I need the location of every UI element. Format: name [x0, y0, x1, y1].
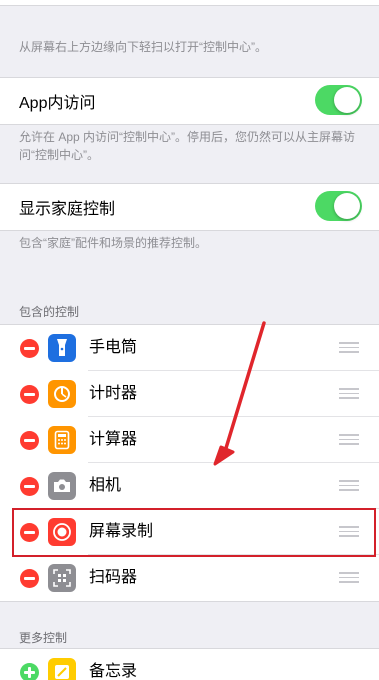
arrow-annotation	[213, 321, 266, 466]
